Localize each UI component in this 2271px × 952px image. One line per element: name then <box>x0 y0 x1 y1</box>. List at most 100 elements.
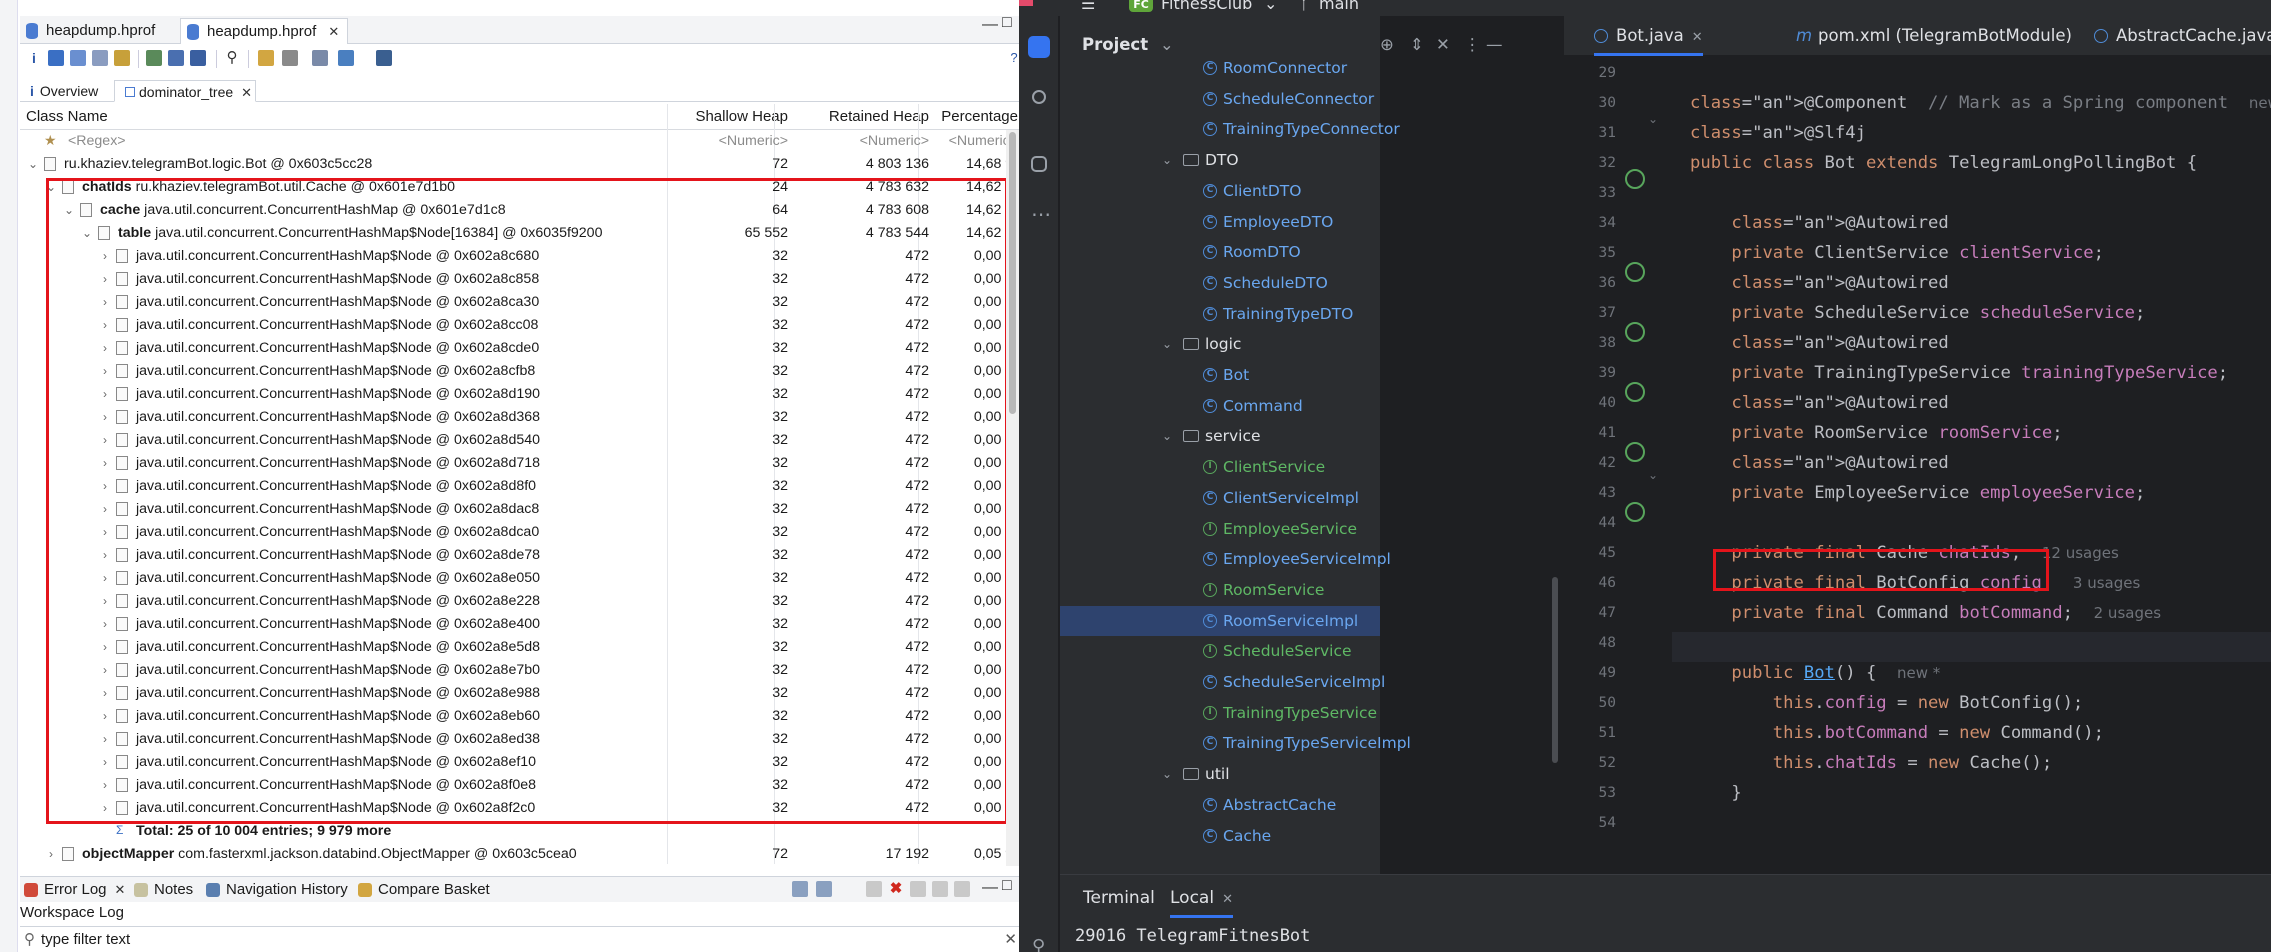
chevron-right-icon[interactable]: › <box>44 843 58 866</box>
thread-overview-icon[interactable] <box>114 50 130 66</box>
tree-item[interactable]: C AbstractCache <box>1060 790 1380 820</box>
tree-item[interactable]: C ScheduleConnector <box>1060 84 1380 114</box>
close-tab-icon[interactable]: ✕ <box>1222 892 1233 907</box>
tree-item[interactable]: C EmployeeServiceImpl <box>1060 544 1391 574</box>
editor-tab-heapdump-2[interactable]: heapdump.hprof ✕ <box>180 18 349 44</box>
bean-gutter-icon[interactable] <box>1625 442 1645 462</box>
table-row[interactable]: › objectMapper com.fasterxml.jackson.data… <box>20 843 1018 866</box>
bean-gutter-icon[interactable] <box>1625 262 1645 282</box>
main-menu-icon[interactable]: ☰ <box>1081 0 1095 13</box>
tree-item[interactable]: C TrainingTypeConnector <box>1060 114 1400 144</box>
log-filter-field[interactable]: ⚲ type filter text ✕ <box>20 926 1019 952</box>
structure-icon[interactable] <box>1031 156 1047 172</box>
chevron-down-icon[interactable]: ⌄ <box>1162 759 1172 789</box>
calculate-retained-icon[interactable] <box>282 50 298 66</box>
minimize-icon[interactable]: — <box>982 16 998 34</box>
tab-navigation-history[interactable]: Navigation History <box>204 877 348 903</box>
search-everywhere-icon[interactable]: ⚲ <box>1032 936 1045 952</box>
group-by-icon[interactable] <box>258 50 274 66</box>
tree-item[interactable]: C TrainingTypeDTO <box>1060 299 1380 329</box>
chevron-down-icon[interactable]: ⌄ <box>26 153 40 176</box>
collapse-all-icon[interactable]: ✕ <box>1436 30 1450 60</box>
implementation-gutter-icon[interactable] <box>1625 169 1645 189</box>
histogram-icon[interactable] <box>48 50 64 66</box>
tree-item[interactable]: C RoomDTO <box>1060 237 1380 267</box>
tree-item[interactable]: C TrainingTypeServiceImpl <box>1060 728 1411 758</box>
tree-item[interactable]: I TrainingTypeService <box>1060 698 1380 728</box>
tab-error-log[interactable]: Error Log ✕ <box>22 877 125 903</box>
help-icon[interactable]: ? <box>1006 50 1019 66</box>
header-percentage[interactable]: Percentage <box>932 104 1019 130</box>
tree-folder[interactable]: ⌄ service <box>1060 421 1380 451</box>
chevron-down-icon[interactable]: ⌄ <box>1162 329 1172 359</box>
export-icon[interactable] <box>338 50 354 66</box>
chevron-down-icon[interactable]: ⌄ <box>1160 35 1174 54</box>
tree-item[interactable]: C Cache <box>1060 821 1380 851</box>
maximize-icon[interactable]: □ <box>1002 14 1012 32</box>
tree-item[interactable]: C ClientDTO <box>1060 176 1380 206</box>
tree-item[interactable]: I ClientService <box>1060 452 1380 482</box>
run-report-icon[interactable] <box>146 50 162 66</box>
tree-item[interactable]: C ScheduleDTO <box>1060 268 1380 298</box>
tab-compare-basket[interactable]: Compare Basket <box>356 877 490 903</box>
tab-dominator-tree[interactable]: dominator_tree ✕ <box>114 80 256 102</box>
header-shallow-heap[interactable]: Shallow Heap <box>668 104 798 130</box>
restore-log-icon[interactable] <box>932 881 948 897</box>
oql-icon[interactable] <box>92 50 108 66</box>
tree-item[interactable]: C Command <box>1060 391 1380 421</box>
terminal-output[interactable]: 29016 TelegramFitnesBot <box>1060 921 2271 952</box>
hide-panel-icon[interactable]: — <box>1486 30 1503 60</box>
layout-icon[interactable] <box>376 50 392 66</box>
branch-name[interactable]: main <box>1319 0 1359 13</box>
maximize-icon[interactable]: □ <box>1002 877 1012 895</box>
project-scrollbar[interactable] <box>1552 577 1558 763</box>
columns-icon[interactable] <box>312 50 328 66</box>
tab-abstract-cache[interactable]: AbstractCache.java <box>2094 16 2271 56</box>
close-tab-icon[interactable]: ✕ <box>241 85 252 100</box>
project-panel-title[interactable]: Project <box>1082 35 1148 54</box>
options-icon[interactable]: ⋮ <box>1464 30 1481 60</box>
tree-item[interactable]: C ClientServiceImpl <box>1060 483 1380 513</box>
table-scrollbar[interactable] <box>1006 130 1019 866</box>
fold-icon[interactable]: ⌄ <box>1648 112 1658 126</box>
view-menu-icon[interactable] <box>954 881 970 897</box>
query-browser-icon[interactable] <box>168 50 184 66</box>
locate-icon[interactable]: ⊕ <box>1380 30 1394 60</box>
bean-gutter-icon[interactable] <box>1625 502 1645 522</box>
open-log-icon[interactable] <box>910 881 926 897</box>
project-folder-icon[interactable] <box>1028 36 1050 58</box>
tab-notes[interactable]: Notes <box>132 877 193 903</box>
tab-overview[interactable]: i Overview <box>20 80 112 102</box>
tab-pom-xml[interactable]: m pom.xml (TelegramBotModule) <box>1796 16 2072 56</box>
tree-item[interactable]: C RoomConnector <box>1060 53 1380 83</box>
tree-item[interactable]: C RoomServiceImpl <box>1060 605 1380 636</box>
info-icon[interactable]: i <box>26 50 42 66</box>
scrollbar-thumb[interactable] <box>1009 132 1016 414</box>
bean-gutter-icon[interactable] <box>1625 322 1645 342</box>
table-row[interactable]: ⌄ ru.khaziev.telegramBot.logic.Bot @ 0x60… <box>20 153 1018 176</box>
shallow-filter[interactable]: <Numeric> <box>668 130 788 153</box>
delete-log-icon[interactable]: ✖ <box>888 881 904 897</box>
tree-item[interactable]: I ScheduleService <box>1060 636 1380 666</box>
tab-bot-java[interactable]: Bot.java ✕ <box>1594 16 1703 56</box>
retained-filter[interactable]: <Numeric> <box>795 130 929 153</box>
header-class-name[interactable]: Class Name <box>26 104 108 130</box>
tree-folder[interactable]: ⌄ util <box>1060 759 1380 789</box>
bean-gutter-icon[interactable] <box>1625 382 1645 402</box>
project-chevron-down-icon[interactable]: ⌄ <box>1264 0 1277 13</box>
heap-dump-overview-icon[interactable] <box>190 50 206 66</box>
dominator-tree-icon[interactable] <box>70 50 86 66</box>
close-tab-icon[interactable]: ✕ <box>1692 30 1703 45</box>
more-tools-icon[interactable]: ⋯ <box>1031 202 1051 226</box>
commit-icon[interactable] <box>1032 90 1046 104</box>
tree-item[interactable]: C Bot <box>1060 360 1380 390</box>
editor-tab-heapdump-1[interactable]: heapdump.hprof <box>20 18 163 44</box>
close-tab-icon[interactable]: ✕ <box>328 24 339 39</box>
tree-folder[interactable]: ⌄ logic <box>1060 329 1380 359</box>
log-import-icon[interactable] <box>816 881 832 897</box>
clear-filter-icon[interactable]: ✕ <box>1004 927 1017 952</box>
expand-all-icon[interactable]: ⇕ <box>1410 30 1424 60</box>
search-icon[interactable]: ⚲ <box>224 50 240 66</box>
log-export-icon[interactable] <box>792 881 808 897</box>
tree-item[interactable]: C EmployeeDTO <box>1060 207 1380 237</box>
